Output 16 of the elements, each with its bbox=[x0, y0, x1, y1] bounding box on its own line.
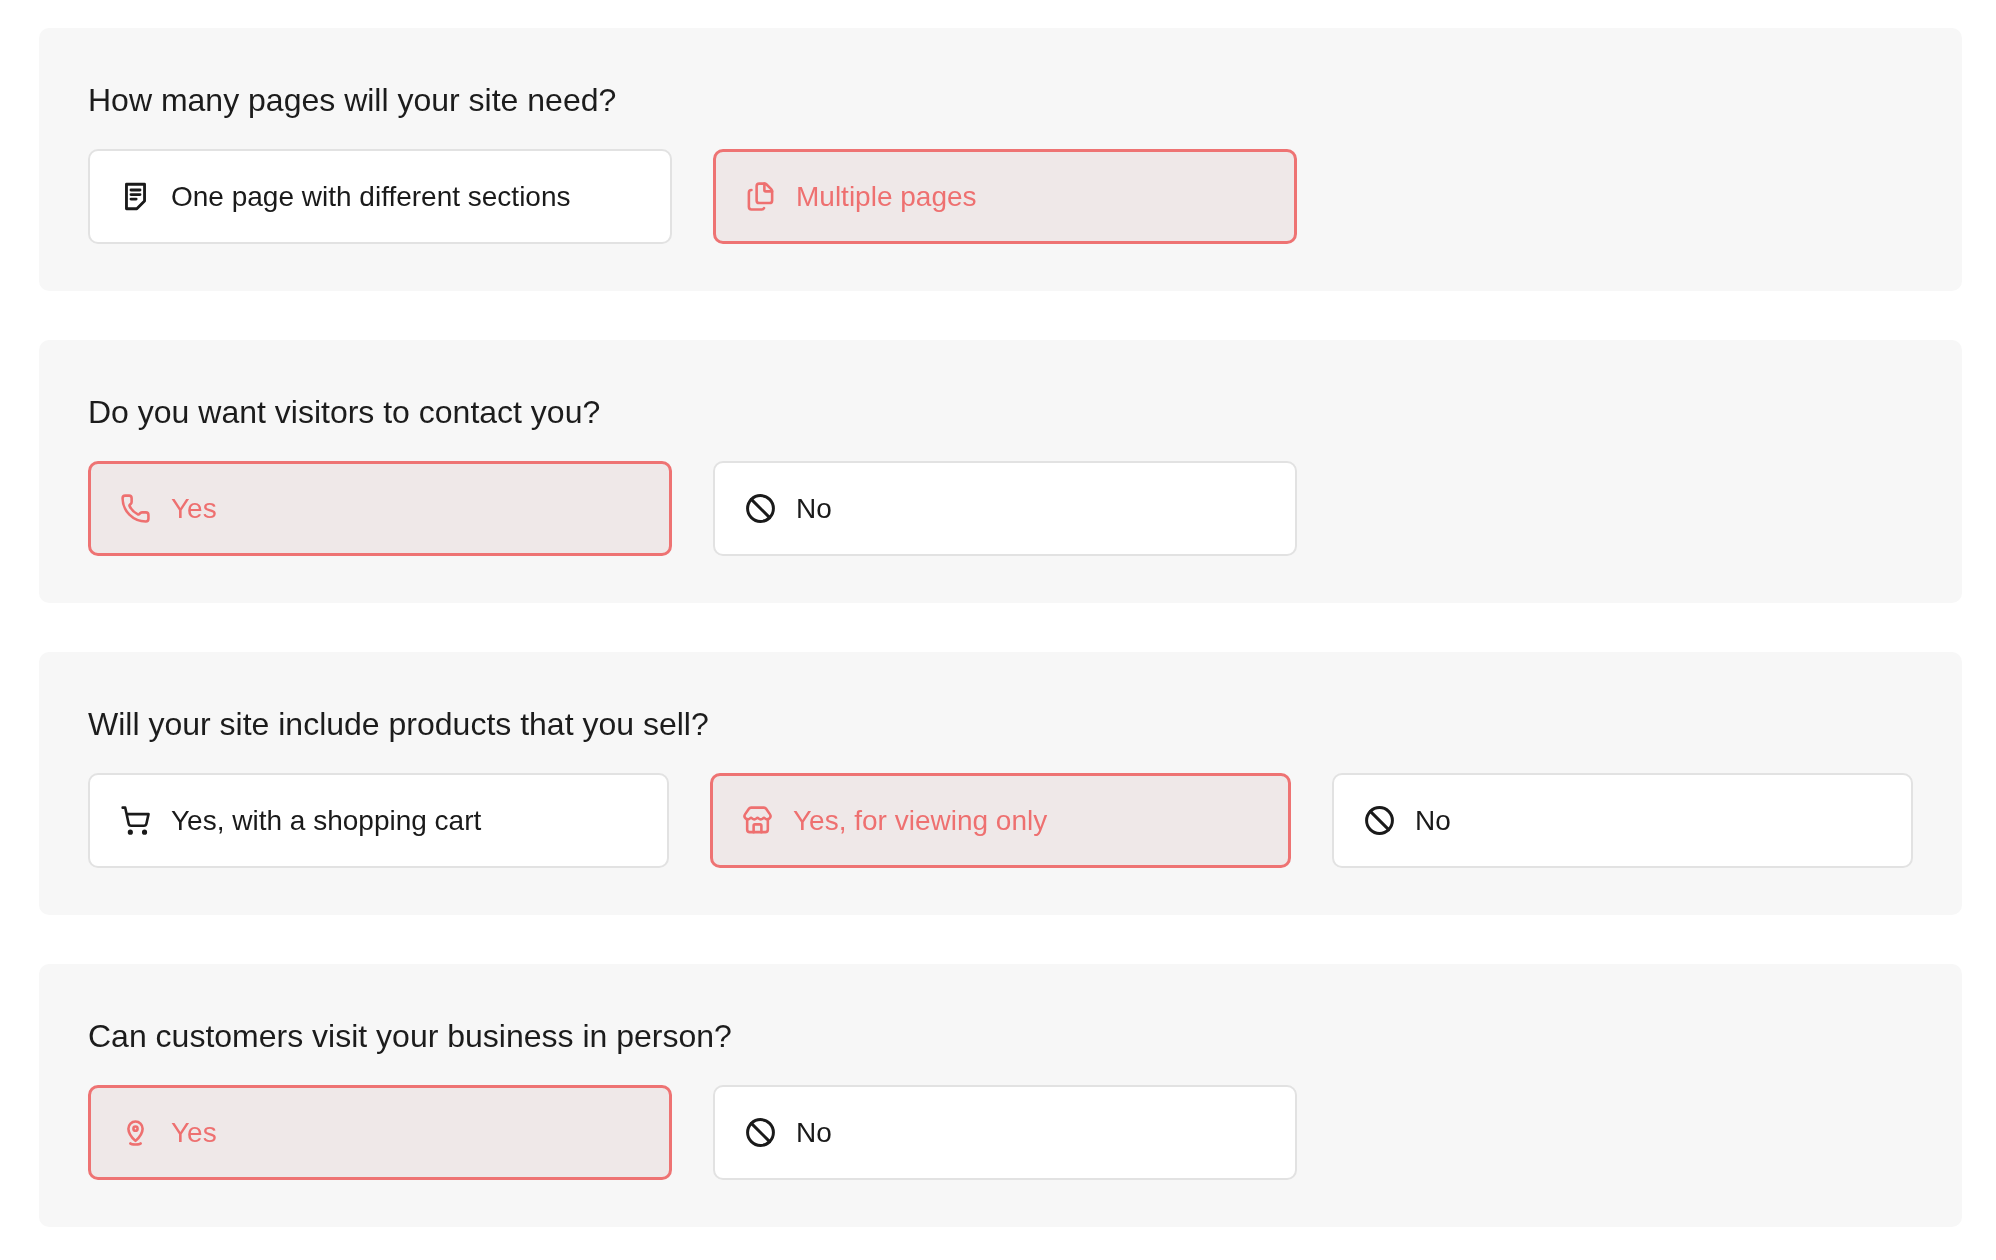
question-text: Will your site include products that you sell? bbox=[88, 705, 710, 743]
files-icon bbox=[745, 181, 776, 212]
question-text: Do you want visitors to contact you? bbox=[88, 393, 602, 431]
store-icon bbox=[742, 805, 773, 836]
question-text: Can customers visit your business in person? bbox=[88, 1017, 733, 1055]
answer-option[interactable]: No bbox=[1332, 773, 1913, 868]
question-text: How many pages will your site need? bbox=[88, 81, 618, 119]
answer-option[interactable]: One page with different sections bbox=[88, 149, 672, 244]
ban-icon bbox=[745, 1117, 776, 1148]
phone-icon bbox=[120, 493, 151, 524]
ban-icon bbox=[1364, 805, 1395, 836]
answer-option[interactable]: Yes, with a shopping cart bbox=[88, 773, 669, 868]
answer-option[interactable]: No bbox=[713, 461, 1297, 556]
answer-option[interactable]: No bbox=[713, 1085, 1297, 1180]
ban-icon bbox=[745, 493, 776, 524]
shopping-cart-icon bbox=[120, 805, 151, 836]
